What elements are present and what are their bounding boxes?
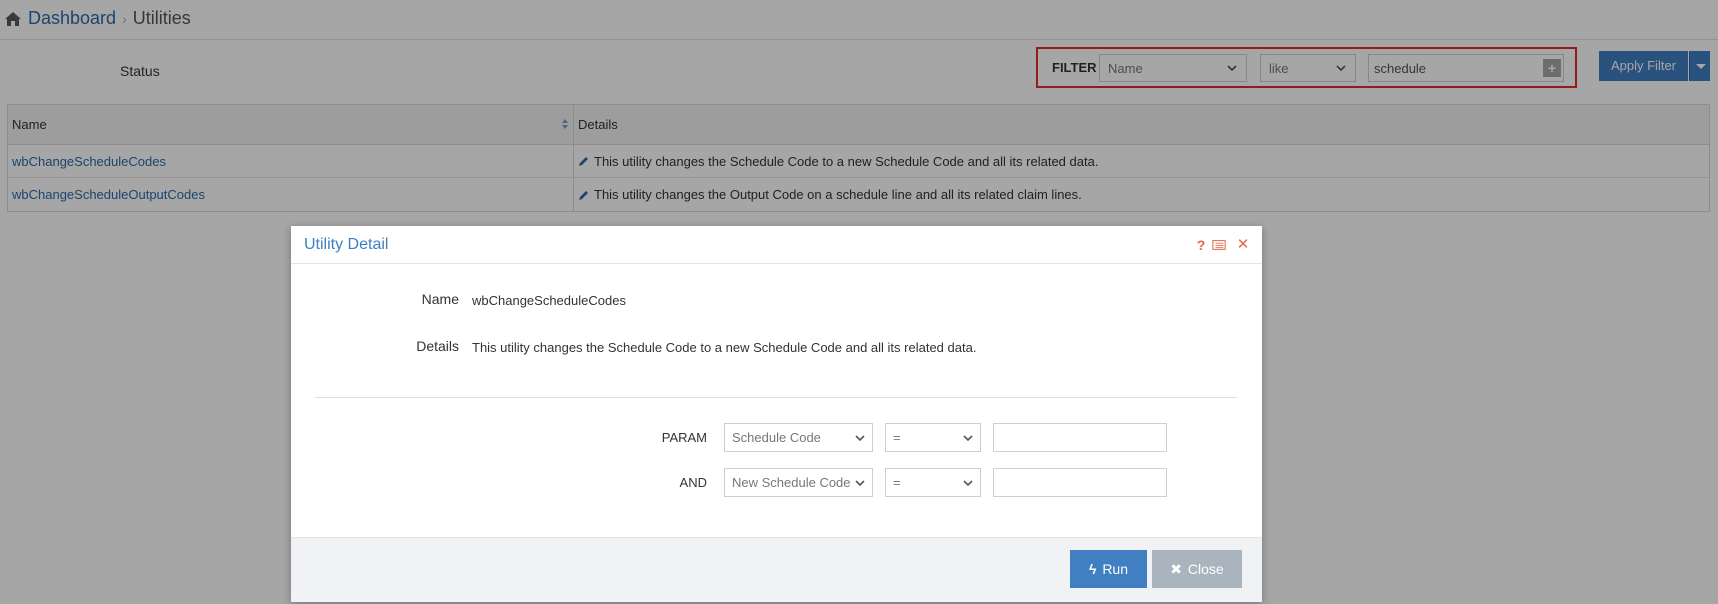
param-field-select[interactable]: Schedule Code (724, 423, 873, 452)
details-value: This utility changes the Schedule Code t… (472, 340, 977, 355)
dialog-title: Utility Detail (304, 236, 389, 253)
close-button[interactable]: ✖ Close (1152, 550, 1242, 588)
param-label: PARAM (661, 430, 707, 445)
param-operator-value: = (893, 430, 901, 445)
chevron-down-icon (963, 480, 973, 487)
run-button-label: Run (1102, 561, 1128, 577)
close-icon[interactable]: ✕ (1236, 237, 1250, 252)
chevron-down-icon (963, 435, 973, 442)
divider (315, 397, 1237, 398)
param-value-input[interactable] (993, 423, 1167, 452)
and-operator-value: = (893, 475, 901, 490)
and-operator-select[interactable]: = (885, 468, 981, 497)
and-value-input[interactable] (993, 468, 1167, 497)
name-value: wbChangeScheduleCodes (472, 293, 626, 308)
details-label: Details (416, 338, 459, 354)
dialog-header: Utility Detail ? ✕ (291, 226, 1262, 264)
param-field-value: Schedule Code (732, 430, 821, 445)
panel-icon[interactable] (1212, 238, 1226, 252)
param-operator-select[interactable]: = (885, 423, 981, 452)
and-label: AND (679, 475, 707, 490)
close-icon: ✖ (1170, 561, 1183, 577)
run-button[interactable]: ϟ Run (1070, 550, 1147, 588)
chevron-down-icon (855, 435, 865, 442)
utility-detail-dialog: Utility Detail ? ✕ Name wbChangeSchedule… (291, 226, 1262, 602)
and-field-select[interactable]: New Schedule Code (724, 468, 873, 497)
close-button-label: Close (1187, 561, 1224, 577)
help-icon[interactable]: ? (1194, 238, 1208, 252)
chevron-down-icon (855, 480, 865, 487)
lightning-icon: ϟ (1089, 561, 1097, 577)
and-field-value: New Schedule Code (732, 475, 851, 490)
name-label: Name (421, 291, 459, 307)
dialog-footer: ϟ Run ✖ Close (291, 537, 1262, 602)
